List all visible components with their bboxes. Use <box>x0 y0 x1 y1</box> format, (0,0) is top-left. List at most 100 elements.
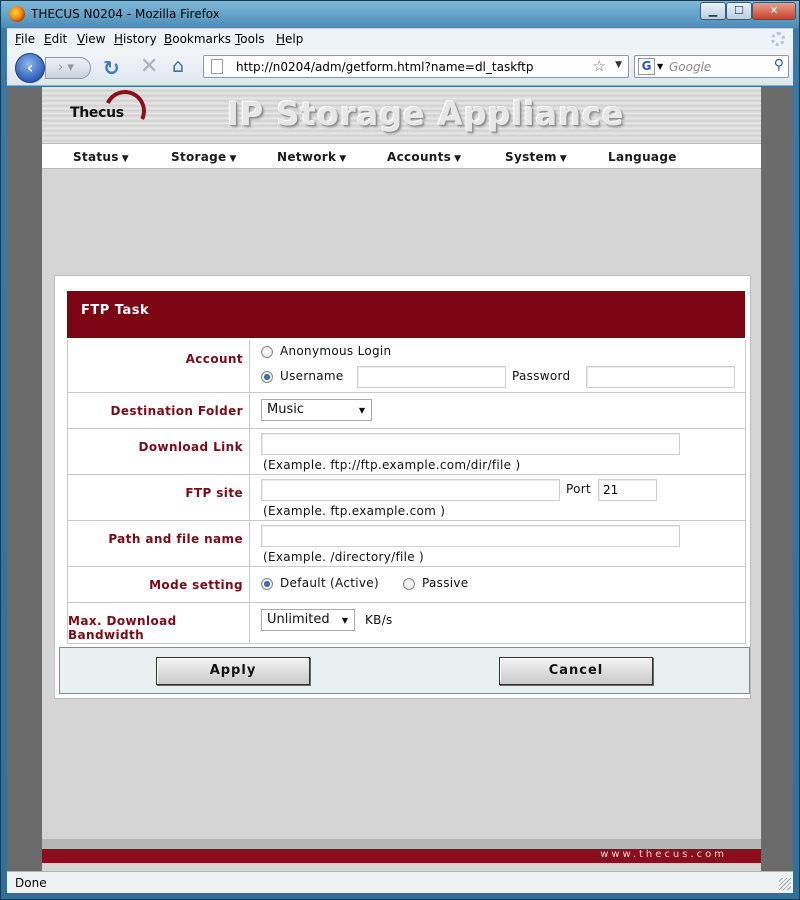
bookmark-star-icon[interactable]: ☆ <box>593 57 606 75</box>
bandwidth-unit: KB/s <box>365 613 393 627</box>
row-destination: Destination Folder Music ▼ <box>68 393 745 429</box>
path-input[interactable] <box>261 525 680 547</box>
port-input[interactable] <box>598 479 657 501</box>
path-hint: (Example. /directory/file ) <box>263 550 425 564</box>
menu-help[interactable]: Help <box>276 32 303 46</box>
menu-view[interactable]: View <box>77 32 105 46</box>
menu-file[interactable]: File <box>15 32 35 46</box>
footer: www.thecus.com <box>42 849 761 863</box>
download-link-input[interactable] <box>261 433 680 455</box>
nav-system[interactable]: System ▼ <box>505 150 567 164</box>
label-max-bandwidth: Max. Download Bandwidth <box>68 614 177 642</box>
throbber-icon <box>771 32 785 46</box>
footer-divider <box>42 839 761 849</box>
close-button[interactable]: ✕ <box>752 2 796 20</box>
row-bandwidth: Max. Download Bandwidth Unlimited ▼ KB/s <box>68 603 745 643</box>
main-navigation: Status ▼ Storage ▼ Network ▼ Accounts ▼ Syst… <box>42 143 761 169</box>
address-bar[interactable]: http://n0204/adm/getform.html?name=dl_ta… <box>203 55 629 78</box>
chevron-down-icon: ▼ <box>559 154 568 164</box>
footer-website: www.thecus.com <box>600 849 727 860</box>
url-dropdown-icon[interactable]: ▼ <box>615 60 622 70</box>
chevron-down-icon: ▼ <box>341 616 348 625</box>
page-icon <box>211 59 223 74</box>
resize-grip-icon[interactable] <box>779 878 791 890</box>
title-bar: THECUS N0204 - Mozilla Firefox ▁ ☐ ✕ <box>1 1 799 28</box>
back-arrow-icon: ‹ <box>26 58 34 77</box>
radio-anonymous[interactable] <box>261 346 273 358</box>
mode-passive-label: Passive <box>422 576 469 590</box>
back-button[interactable]: ‹ <box>15 53 45 83</box>
menu-tools[interactable]: Tools <box>235 32 265 46</box>
firefox-logo-icon <box>9 6 25 22</box>
menu-history[interactable]: History <box>114 32 157 46</box>
chevron-down-icon: ▼ <box>454 154 462 164</box>
chevron-down-icon: ▼ <box>358 406 365 415</box>
password-input[interactable] <box>586 366 735 388</box>
row-ftp-site: FTP site Port (Example. ftp.example.com … <box>68 475 745 521</box>
minimize-button[interactable]: ▁ <box>700 2 726 20</box>
username-label: Username <box>280 369 344 383</box>
row-account: Account Anonymous Login Username Passwor… <box>68 340 745 393</box>
row-download-link: Download Link (Example. ftp://ftp.exampl… <box>68 429 745 475</box>
row-mode: Mode setting Default (Active) Passive <box>68 567 745 603</box>
chevron-down-icon: ▼ <box>339 154 347 164</box>
engine-dropdown-icon[interactable]: ▼ <box>657 62 663 71</box>
port-label: Port <box>566 482 591 496</box>
nav-language[interactable]: Language <box>608 150 677 164</box>
status-text: Done <box>15 876 47 890</box>
menu-bookmarks[interactable]: Bookmarks <box>164 32 231 46</box>
menu-bar: File Edit View History Bookmarks Tools H… <box>7 28 793 50</box>
search-box[interactable]: G ▼ Google ⚲ <box>634 55 789 78</box>
maximize-button[interactable]: ☐ <box>726 2 752 20</box>
ftp-site-input[interactable] <box>261 479 560 501</box>
bandwidth-select[interactable]: Unlimited ▼ <box>261 609 355 631</box>
ftp-task-form: Account Anonymous Login Username Passwor… <box>67 340 746 644</box>
label-download-link: Download Link <box>138 440 243 454</box>
forward-button[interactable]: › ▾ <box>45 57 91 79</box>
cancel-button[interactable]: Cancel <box>499 657 653 685</box>
nav-network[interactable]: Network ▼ <box>277 150 346 164</box>
destination-folder-select[interactable]: Music ▼ <box>261 399 372 421</box>
ftp-task-panel: FTP Task Account Anonymous Login Usernam… <box>54 275 751 699</box>
ftp-site-hint: (Example. ftp.example.com ) <box>263 504 446 518</box>
banner: Thecus IP Storage Appliance <box>42 87 761 143</box>
status-bar: Done <box>7 871 793 893</box>
nav-status[interactable]: Status ▼ <box>73 150 129 164</box>
window-title: THECUS N0204 - Mozilla Firefox <box>31 7 220 21</box>
label-ftp-site: FTP site <box>185 486 243 500</box>
nav-storage[interactable]: Storage ▼ <box>171 150 237 164</box>
stop-button[interactable]: ✕ <box>140 54 158 79</box>
search-placeholder[interactable]: Google <box>669 60 711 74</box>
browser-window: THECUS N0204 - Mozilla Firefox ▁ ☐ ✕ Fil… <box>0 0 800 900</box>
apply-button[interactable]: Apply <box>156 657 310 685</box>
thecus-logo: Thecus <box>70 105 124 121</box>
panel-title: FTP Task <box>81 303 150 318</box>
chevron-down-icon: ▼ <box>229 154 237 164</box>
page: Thecus IP Storage Appliance Status ▼ Stor… <box>42 87 761 871</box>
label-mode-setting: Mode setting <box>149 578 243 592</box>
label-account: Account <box>185 352 243 366</box>
nav-accounts[interactable]: Accounts ▼ <box>387 150 461 164</box>
radio-username[interactable] <box>261 371 273 383</box>
row-path: Path and file name (Example. /directory/… <box>68 521 745 567</box>
download-link-hint: (Example. ftp://ftp.example.com/dir/file… <box>263 458 521 472</box>
reload-button[interactable]: ↻ <box>103 56 120 80</box>
forward-arrow-icon: › ▾ <box>58 60 74 75</box>
content-viewport: Thecus IP Storage Appliance Status ▼ Stor… <box>7 87 793 871</box>
menu-edit[interactable]: Edit <box>44 32 67 46</box>
chevron-down-icon: ▼ <box>121 154 129 164</box>
home-button[interactable]: ⌂ <box>172 55 184 77</box>
url-text[interactable]: http://n0204/adm/getform.html?name=dl_ta… <box>236 60 534 74</box>
button-bar: Apply Cancel <box>59 647 750 694</box>
password-label: Password <box>512 369 571 383</box>
label-destination-folder: Destination Folder <box>110 404 243 418</box>
radio-mode-default[interactable] <box>261 578 273 590</box>
username-input[interactable] <box>357 366 506 388</box>
banner-title: IP Storage Appliance <box>227 95 625 133</box>
radio-mode-passive[interactable] <box>403 578 415 590</box>
search-icon[interactable]: ⚲ <box>774 57 784 73</box>
panel-header: FTP Task <box>67 291 745 338</box>
anonymous-login-label: Anonymous Login <box>280 344 392 358</box>
mode-default-label: Default (Active) <box>280 576 379 590</box>
google-icon[interactable]: G <box>638 58 655 75</box>
